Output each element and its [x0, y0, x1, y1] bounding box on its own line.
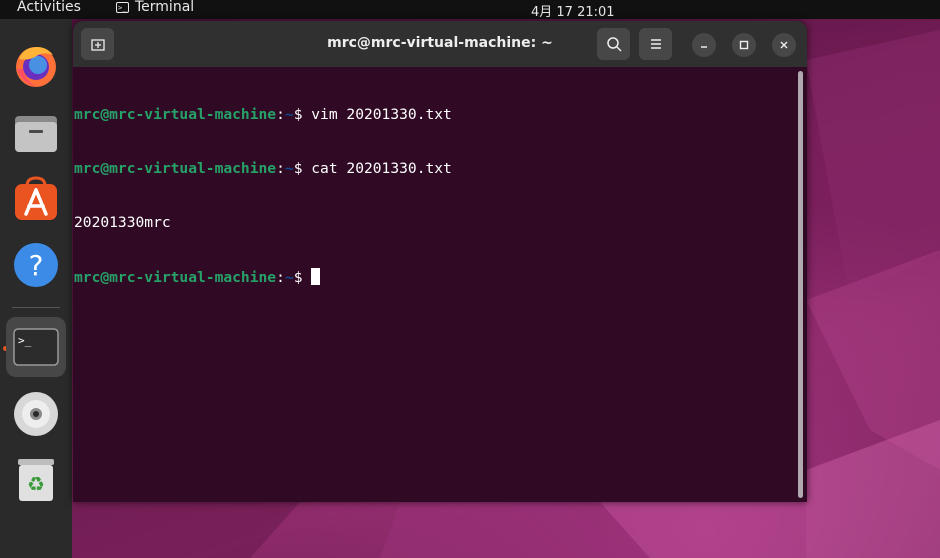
dvd-icon [14, 392, 58, 436]
prompt-path: ~ [284, 269, 294, 286]
top-bar: Activities >_ Terminal 4月 17 21:01 [0, 0, 940, 20]
dock-item-trash[interactable]: ♻ [6, 450, 66, 510]
activities-button[interactable]: Activities [17, 0, 81, 15]
prompt-user: mrc@mrc-virtual-machine [74, 106, 277, 123]
firefox-icon [16, 47, 56, 87]
close-icon [780, 41, 788, 49]
dock-separator [12, 307, 60, 308]
dock-item-firefox[interactable] [6, 36, 66, 96]
terminal-app-icon: >_ [116, 1, 129, 13]
app-center-icon [15, 176, 57, 220]
svg-text:>_: >_ [18, 334, 32, 347]
dock-item-dvd[interactable] [6, 384, 66, 444]
command-text: $ [293, 269, 312, 286]
files-icon [15, 116, 57, 152]
app-menu-label: Terminal [135, 0, 195, 15]
terminal-icon: >_ [13, 328, 59, 366]
prompt-user: mrc@mrc-virtual-machine [74, 269, 277, 286]
dock-item-files[interactable] [6, 103, 66, 163]
svg-text:?: ? [29, 249, 44, 282]
search-button[interactable] [597, 28, 630, 60]
terminal-line: mrc@mrc-virtual-machine:~$ cat 20201330.… [74, 160, 452, 177]
command-text: $ cat 20201330.txt [293, 160, 452, 177]
hamburger-menu-icon [650, 39, 661, 49]
prompt-path: ~ [284, 106, 294, 123]
dock-item-help[interactable]: ? [6, 235, 66, 295]
terminal-content[interactable]: mrc@mrc-virtual-machine:~$ vim 20201330.… [73, 67, 807, 502]
text-cursor [311, 268, 321, 285]
terminal-line: 20201330mrc [74, 214, 452, 232]
output-text: 20201330mrc [74, 214, 171, 231]
dock-item-app-center[interactable] [6, 169, 66, 229]
terminal-window[interactable]: mrc@mrc-virtual-machine: ~ mrc@mrc-virtu… [73, 21, 807, 502]
trash-icon: ♻ [18, 459, 54, 501]
terminal-line: mrc@mrc-virtual-machine:~$ vim 20201330.… [74, 106, 452, 123]
terminal-line: mrc@mrc-virtual-machine:~$ [74, 268, 452, 287]
dock: ? >_ ♻ [0, 19, 72, 558]
help-icon: ? [14, 243, 58, 287]
prompt-user: mrc@mrc-virtual-machine [74, 160, 277, 177]
command-text: $ vim 20201330.txt [293, 106, 452, 123]
maximize-button[interactable] [732, 33, 756, 57]
app-menu[interactable]: >_ Terminal [116, 0, 194, 15]
terminal-output: mrc@mrc-virtual-machine:~$ vim 20201330.… [74, 70, 452, 323]
minimize-icon [701, 46, 707, 48]
prompt-path: ~ [284, 160, 294, 177]
minimize-button[interactable] [692, 33, 716, 57]
search-icon [606, 37, 622, 52]
svg-text:♻: ♻ [27, 472, 45, 496]
dock-item-terminal[interactable]: >_ [6, 317, 66, 377]
maximize-icon [739, 40, 749, 50]
clock[interactable]: 4月 17 21:01 [531, 1, 615, 20]
menu-button[interactable] [639, 28, 672, 60]
title-bar[interactable]: mrc@mrc-virtual-machine: ~ [73, 21, 807, 67]
scrollbar[interactable] [798, 71, 803, 498]
close-button[interactable] [772, 33, 796, 57]
